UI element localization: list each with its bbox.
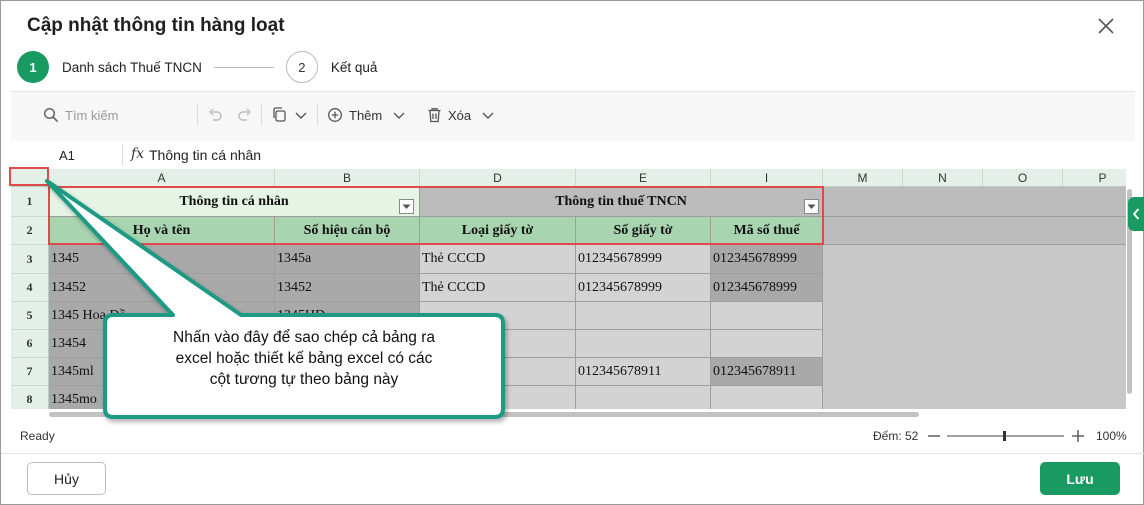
row-header-6[interactable]: 6 (11, 330, 49, 358)
stepper: 1 Danh sách Thuế TNCN 2 Kết quả (17, 51, 377, 83)
table-cell[interactable] (420, 302, 576, 330)
column-header-n[interactable]: N (903, 169, 983, 187)
table-cell[interactable]: 13452 (275, 274, 420, 302)
column-header-i[interactable]: I (711, 169, 823, 187)
callout-line: cột tương tự theo bảng này (209, 371, 399, 388)
close-icon[interactable] (1095, 15, 1117, 37)
toolbar-separator (197, 104, 198, 126)
zoom-slider[interactable] (927, 429, 1092, 443)
search-box[interactable]: Tìm kiếm (43, 105, 118, 125)
delete-label: Xóa (448, 107, 472, 123)
cancel-button[interactable]: Hủy (27, 462, 106, 495)
column-header-a[interactable]: A (49, 169, 275, 187)
footer-divider (1, 453, 1144, 454)
column-header-e[interactable]: E (576, 169, 711, 187)
bulk-update-dialog: Cập nhật thông tin hàng loạt 1 Danh sách… (0, 0, 1144, 505)
step-1-label: Danh sách Thuế TNCN (62, 59, 202, 75)
step-2-label: Kết quả (330, 59, 378, 75)
empty-cell[interactable] (823, 217, 1126, 245)
copy-icon[interactable] (271, 105, 287, 125)
table-cell[interactable] (576, 330, 711, 358)
table-cell[interactable]: 1345 Hoa Đồ (49, 302, 275, 330)
plus-circle-icon (328, 108, 342, 122)
row-header-8[interactable]: 8 (11, 386, 49, 409)
column-header-b[interactable]: B (275, 169, 420, 187)
cell-reference[interactable]: A1 (59, 148, 75, 163)
chevron-down-icon (393, 112, 405, 119)
table-cell[interactable]: 012345678999 (576, 274, 711, 302)
delete-button[interactable]: Xóa (427, 105, 495, 125)
table-cell[interactable] (711, 330, 823, 358)
table-cell[interactable]: 1345 (49, 245, 275, 274)
dialog-title: Cập nhật thông tin hàng loạt (27, 15, 285, 36)
callout-text: Nhấn vào đây để sao chép cả bảng ra exce… (111, 327, 497, 390)
callout-line: excel hoặc thiết kế bảng excel có các (175, 350, 433, 367)
status-bar: Ready Đếm: 52 100% (11, 419, 1135, 453)
formula-separator (122, 144, 123, 166)
column-header-m[interactable]: M (823, 169, 903, 187)
toolbar-separator (261, 104, 262, 126)
highlight-header-rows (48, 186, 824, 245)
callout-line: Nhấn vào đây để sao chép cả bảng ra (173, 329, 435, 346)
horizontal-scrollbar[interactable] (49, 412, 919, 417)
fx-icon: fx (131, 146, 145, 162)
search-placeholder: Tìm kiếm (65, 107, 119, 123)
chevron-down-icon[interactable] (294, 105, 308, 125)
table-cell[interactable]: Thẻ CCCD (420, 245, 576, 274)
row-header-4[interactable]: 4 (11, 274, 49, 302)
highlight-select-all (9, 167, 49, 186)
empty-cell[interactable] (823, 187, 1126, 217)
chevron-left-icon (1132, 208, 1140, 220)
table-cell[interactable]: 13452 (49, 274, 275, 302)
add-button[interactable]: Thêm (327, 105, 406, 125)
toolbar-separator (317, 104, 318, 126)
table-cell[interactable] (711, 386, 823, 409)
save-button[interactable]: Lưu (1040, 462, 1120, 495)
row-header-3[interactable]: 3 (11, 245, 49, 274)
side-panel-toggle[interactable] (1128, 197, 1144, 231)
status-count: Đếm: 52 (873, 429, 919, 443)
table-cell[interactable]: 1345a (275, 245, 420, 274)
column-header-o[interactable]: O (983, 169, 1063, 187)
column-header-d[interactable]: D (420, 169, 576, 187)
redo-icon[interactable] (237, 105, 253, 125)
column-header-p[interactable]: P (1063, 169, 1126, 187)
table-cell[interactable]: 1345HD (275, 302, 420, 330)
formula-value[interactable]: Thông tin cá nhân (149, 147, 261, 163)
table-cell[interactable]: 012345678999 (711, 245, 823, 274)
table-cell[interactable] (576, 302, 711, 330)
add-label: Thêm (349, 107, 383, 123)
row-header-2[interactable]: 2 (11, 217, 49, 245)
chevron-down-icon (482, 112, 494, 119)
table-cell[interactable]: 012345678911 (576, 358, 711, 386)
table-cell[interactable]: Thẻ CCCD (420, 274, 576, 302)
status-ready: Ready (20, 429, 55, 443)
undo-icon[interactable] (207, 105, 223, 125)
zoom-level: 100% (1096, 429, 1127, 443)
step-2-circle: 2 (285, 51, 318, 83)
step-1-circle: 1 (17, 51, 49, 83)
trash-icon (428, 108, 441, 123)
table-cell[interactable] (711, 302, 823, 330)
search-icon (43, 107, 59, 123)
table-cell[interactable] (576, 386, 711, 409)
table-cell[interactable]: 012345678999 (711, 274, 823, 302)
row-header-7[interactable]: 7 (11, 358, 49, 386)
table-cell[interactable]: 012345678911 (711, 358, 823, 386)
row-header-1[interactable]: 1 (11, 187, 49, 217)
table-cell[interactable]: 012345678999 (576, 245, 711, 274)
step-connector (213, 66, 274, 68)
row-header-5[interactable]: 5 (11, 302, 49, 330)
toolbar (11, 91, 1135, 141)
